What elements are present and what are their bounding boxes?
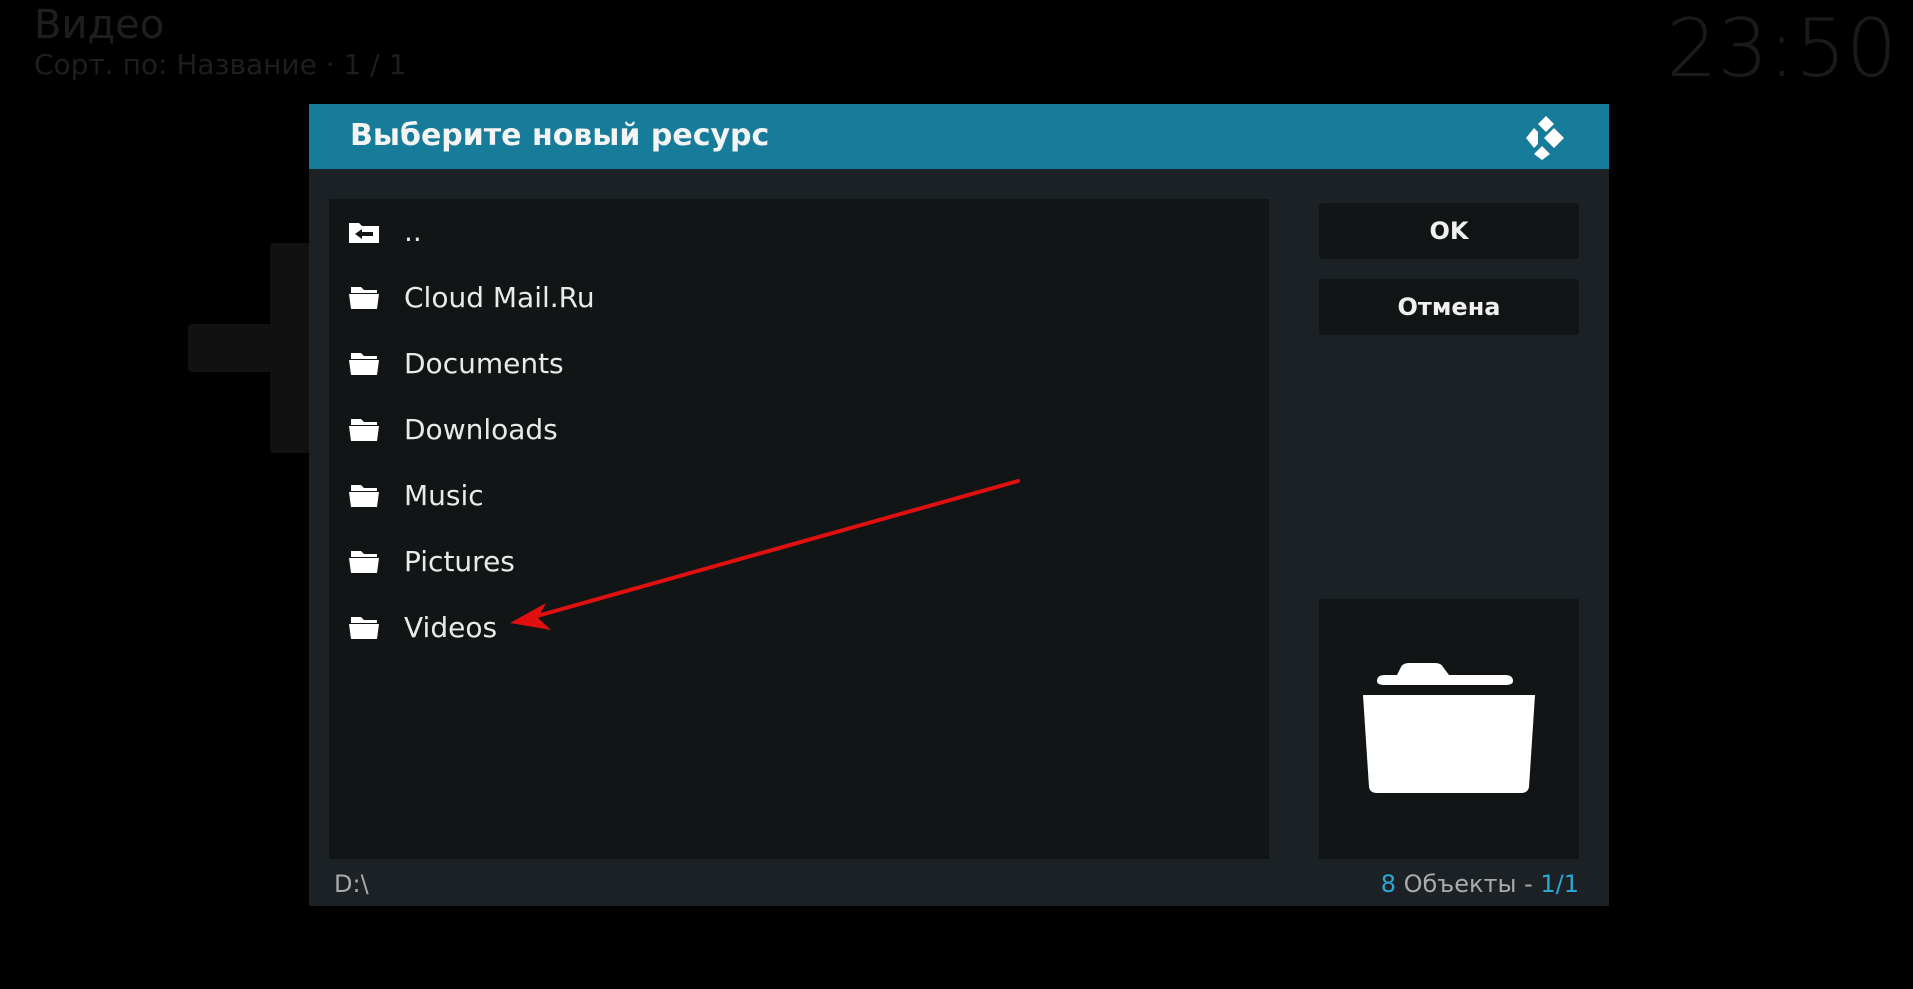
folder-icon	[349, 353, 379, 375]
list-item-videos[interactable]: Videos	[329, 595, 1269, 661]
file-list: .. Cloud Mail.Ru Documents Downloads Mus…	[329, 199, 1269, 859]
folder-preview-icon	[1363, 663, 1535, 793]
list-item-parent[interactable]: ..	[329, 199, 1269, 265]
page-indicator: 1/1	[1540, 870, 1579, 898]
folder-icon	[349, 287, 379, 309]
list-item-label: Pictures	[404, 545, 515, 578]
list-item-label: Music	[404, 479, 484, 512]
dialog-title: Выберите новый ресурс	[350, 118, 770, 153]
list-item-pictures[interactable]: Pictures	[329, 529, 1269, 595]
dialog-header: Выберите новый ресурс	[309, 104, 1609, 169]
cancel-button[interactable]: Отмена	[1319, 279, 1579, 335]
list-item-cloud-mail-ru[interactable]: Cloud Mail.Ru	[329, 265, 1269, 331]
item-count: 8 Объекты - 1/1	[1381, 870, 1579, 898]
list-item-label: Documents	[404, 347, 564, 380]
kodi-logo-icon	[1526, 116, 1564, 160]
item-count-text: Объекты -	[1395, 870, 1541, 898]
background-window-title: Видео	[34, 2, 165, 48]
source-browser-dialog: Выберите новый ресурс .. Cloud Mail.Ru D…	[309, 104, 1609, 906]
list-item-documents[interactable]: Documents	[329, 331, 1269, 397]
background-sort-info: Сорт. по: Название · 1 / 1	[34, 48, 407, 81]
folder-icon	[349, 551, 379, 573]
list-item-downloads[interactable]: Downloads	[329, 397, 1269, 463]
folder-icon	[349, 485, 379, 507]
list-item-label: Downloads	[404, 413, 558, 446]
list-item-label: ..	[404, 215, 422, 248]
folder-icon	[349, 617, 379, 639]
background-add-icon-part	[188, 324, 308, 372]
ok-button[interactable]: OK	[1319, 203, 1579, 259]
clock: 23:50	[1666, 2, 1897, 95]
back-folder-icon	[349, 223, 379, 243]
list-item-music[interactable]: Music	[329, 463, 1269, 529]
current-path: D:\	[334, 870, 369, 898]
preview-panel	[1319, 599, 1579, 859]
item-count-number: 8	[1380, 870, 1396, 898]
list-item-label: Cloud Mail.Ru	[404, 281, 595, 314]
folder-icon	[349, 419, 379, 441]
list-item-label: Videos	[404, 611, 498, 644]
